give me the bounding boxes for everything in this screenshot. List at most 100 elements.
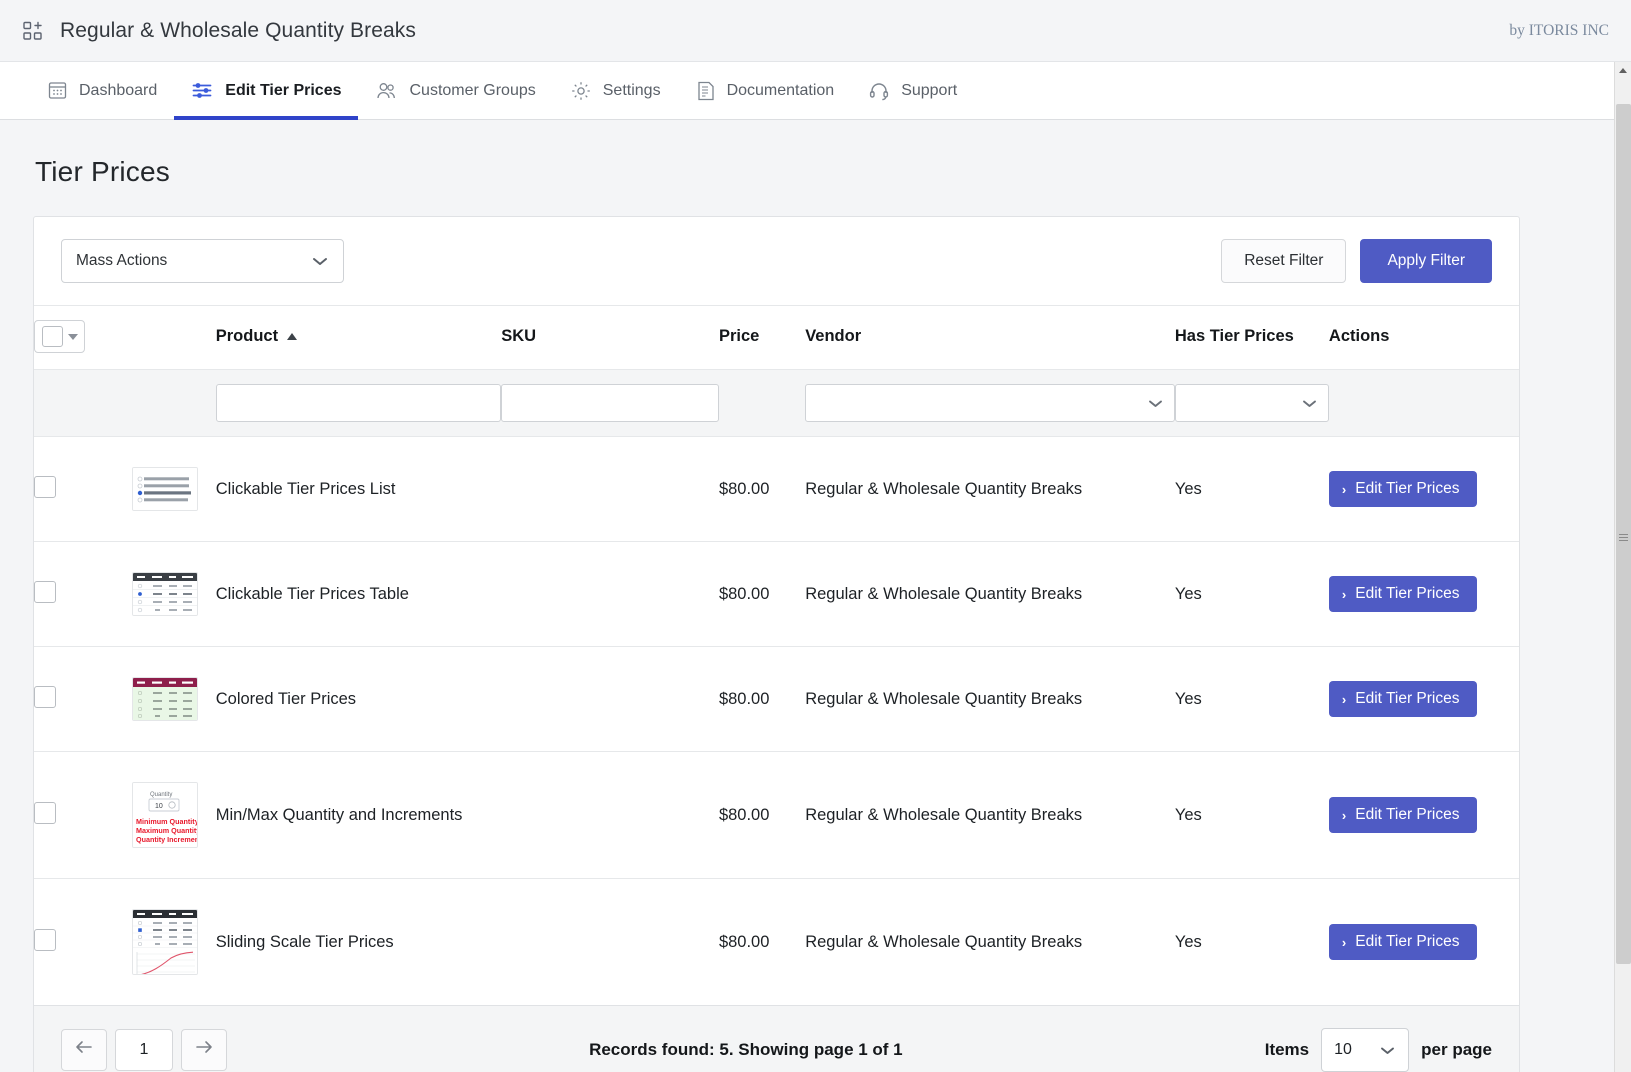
select-all-dropdown[interactable]: [34, 320, 85, 353]
column-header-product[interactable]: Product: [215, 306, 502, 370]
svg-text:Quantity Increments: Quantity Increments: [136, 835, 197, 844]
sku-filter-input[interactable]: [501, 384, 719, 422]
chevron-right-icon: ›: [1341, 807, 1347, 823]
tab-edit-tier-prices[interactable]: Edit Tier Prices: [174, 62, 359, 120]
row-vendor: Regular & Wholesale Quantity Breaks: [805, 646, 1175, 752]
row-sku: [501, 541, 719, 647]
row-select-cell: [34, 879, 132, 1006]
toolbar-actions: Reset Filter Apply Filter: [1221, 239, 1492, 283]
edit-tier-prices-button[interactable]: › Edit Tier Prices: [1328, 797, 1477, 833]
filter-cell-price: [718, 369, 806, 437]
row-vendor: Regular & Wholesale Quantity Breaks: [805, 751, 1175, 879]
column-header-has-tier-prices[interactable]: Has Tier Prices: [1174, 306, 1329, 370]
page-body: Tier Prices Mass Actions Reset Filter Ap…: [0, 120, 1631, 1072]
per-page-label: per page: [1421, 1040, 1492, 1059]
users-icon: [375, 80, 398, 101]
filter-cell-product: [215, 369, 502, 437]
tab-dashboard[interactable]: Dashboard: [30, 62, 174, 119]
app-window: Regular & Wholesale Quantity Breaks by I…: [0, 0, 1631, 1072]
row-sku: [501, 751, 719, 879]
column-header-vendor[interactable]: Vendor: [805, 306, 1175, 370]
per-page-select[interactable]: 10: [1321, 1028, 1410, 1072]
column-header-sku[interactable]: SKU: [501, 306, 719, 370]
vendor-credit: by ITORIS INC: [1509, 21, 1609, 39]
row-sku: [501, 879, 719, 1006]
chevron-right-icon: ›: [1341, 691, 1347, 707]
has-tier-prices-filter-select[interactable]: [1174, 384, 1329, 422]
tab-label: Dashboard: [79, 81, 158, 99]
card-toolbar: Mass Actions Reset Filter Apply Filter: [34, 217, 1519, 306]
row-checkbox[interactable]: [34, 580, 56, 603]
colored-tier-prices-thumbnail: [131, 677, 198, 721]
row-checkbox[interactable]: [34, 475, 56, 498]
tier-prices-table-thumbnail: [131, 572, 198, 616]
edit-tier-prices-button[interactable]: › Edit Tier Prices: [1328, 681, 1477, 717]
row-checkbox[interactable]: [34, 928, 56, 951]
records-found-text: Records found: 5. Showing page 1 of 1: [589, 1040, 903, 1059]
vendor-filter-select[interactable]: [805, 384, 1175, 422]
table-row: Colored Tier Prices $80.00 Regular & Who…: [34, 646, 1519, 752]
product-filter-input[interactable]: [215, 384, 502, 422]
gear-icon: [570, 80, 592, 102]
row-price: $80.00: [718, 541, 806, 647]
row-has-tier-prices: Yes: [1174, 436, 1329, 542]
chevron-right-icon: ›: [1341, 586, 1347, 602]
reset-filter-button[interactable]: Reset Filter: [1221, 239, 1347, 283]
sort-ascending-icon: [287, 333, 298, 341]
row-has-tier-prices: Yes: [1174, 932, 1202, 951]
tab-documentation[interactable]: Documentation: [678, 62, 852, 119]
mass-actions-label: Mass Actions: [76, 252, 168, 269]
tab-label: Support: [901, 81, 958, 99]
vertical-scrollbar[interactable]: [1614, 62, 1631, 1072]
row-checkbox[interactable]: [34, 685, 56, 708]
previous-page-button[interactable]: [61, 1029, 107, 1071]
grid-footer: Records found: 5. Showing page 1 of 1 It…: [34, 1005, 1519, 1072]
mass-actions-select[interactable]: Mass Actions: [61, 239, 344, 283]
row-vendor: Regular & Wholesale Quantity Breaks: [805, 932, 1083, 951]
edit-tier-prices-button[interactable]: › Edit Tier Prices: [1328, 471, 1477, 507]
tab-support[interactable]: Support: [851, 62, 974, 119]
dashboard-icon: [47, 80, 68, 101]
row-actions-cell: › Edit Tier Prices: [1328, 646, 1519, 752]
chevron-right-icon: ›: [1341, 481, 1347, 497]
select-all-header: [34, 306, 132, 370]
edit-tier-prices-label: Edit Tier Prices: [1355, 933, 1460, 950]
row-thumbnail-cell: [131, 541, 216, 647]
tab-label: Documentation: [726, 81, 835, 99]
chevron-down-icon: [1147, 398, 1164, 409]
tab-label: Edit Tier Prices: [225, 81, 342, 99]
tier-prices-grid: Product SKU Price Vendor Has Tier Prices…: [34, 306, 1519, 1005]
edit-tier-prices-label: Edit Tier Prices: [1355, 480, 1460, 497]
pagination: [61, 1029, 227, 1071]
column-header-price[interactable]: Price: [718, 306, 806, 370]
chevron-down-icon: [1379, 1045, 1396, 1056]
row-thumbnail-cell: [131, 436, 216, 542]
document-icon: [695, 80, 716, 102]
tier-prices-card: Mass Actions Reset Filter Apply Filter P…: [33, 216, 1520, 1072]
table-row: Clickable Tier Prices Table $80.00 Regul…: [34, 541, 1519, 647]
row-select-cell: [34, 751, 132, 879]
row-sku: [501, 436, 719, 542]
filter-cell-checkbox: [34, 369, 132, 437]
select-all-checkbox[interactable]: [42, 326, 63, 347]
tab-settings[interactable]: Settings: [553, 62, 678, 119]
next-page-button[interactable]: [181, 1029, 227, 1071]
scrollbar-thumb[interactable]: [1616, 104, 1631, 964]
edit-tier-prices-button[interactable]: › Edit Tier Prices: [1328, 576, 1477, 612]
apply-filter-button[interactable]: Apply Filter: [1360, 239, 1492, 283]
svg-text:10: 10: [155, 803, 163, 810]
row-thumbnail-cell: Quantity 10 Minimum Quantity Maximum Qua…: [131, 751, 216, 879]
scroll-up-button[interactable]: [1615, 62, 1631, 79]
row-price: $80.00: [718, 751, 806, 879]
items-label: Items: [1264, 1040, 1310, 1059]
tab-customer-groups[interactable]: Customer Groups: [358, 62, 552, 119]
page-number-input[interactable]: [115, 1029, 173, 1071]
main-nav: Dashboard Edit Tier Prices Customer Grou…: [0, 62, 1631, 120]
edit-tier-prices-button[interactable]: › Edit Tier Prices: [1328, 924, 1477, 960]
row-product-name: Colored Tier Prices: [215, 646, 502, 752]
row-has-tier-prices: Yes: [1174, 646, 1329, 752]
thumbnail-header: [131, 306, 216, 370]
row-checkbox[interactable]: [34, 801, 56, 824]
filter-cell-actions: [1328, 369, 1519, 437]
per-page-value: 10: [1334, 1041, 1352, 1058]
